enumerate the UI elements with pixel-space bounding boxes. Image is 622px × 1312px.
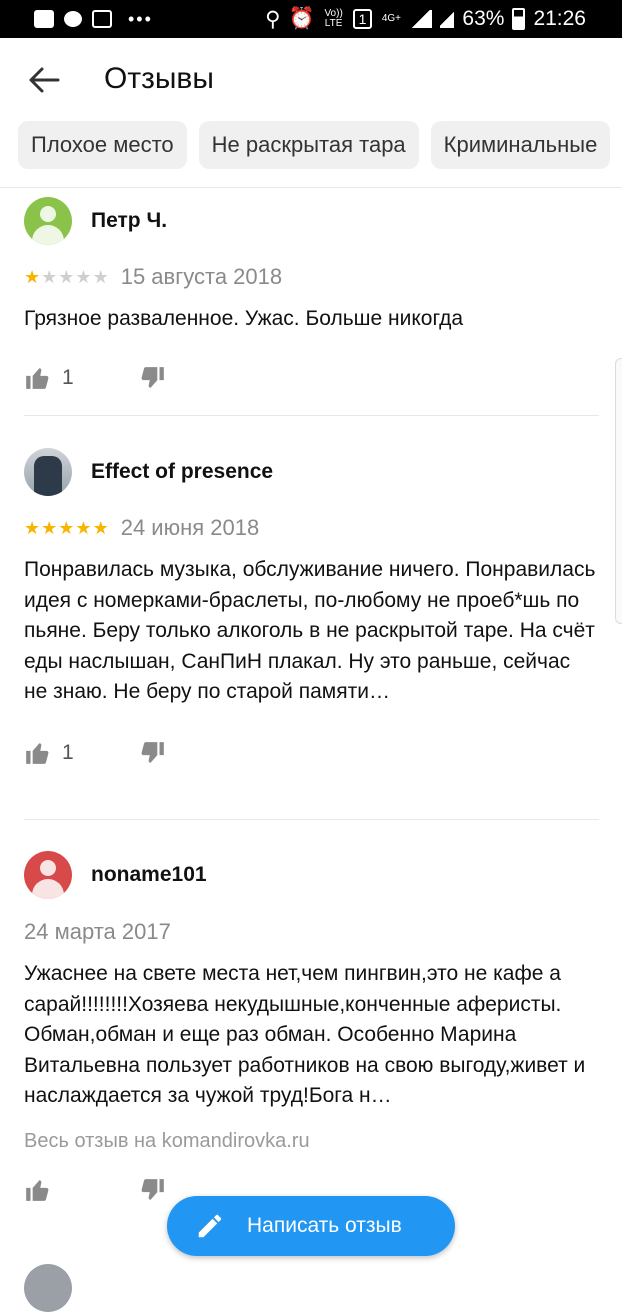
thumbs-down-icon <box>141 366 164 388</box>
star-icon: ★ <box>58 518 75 538</box>
review-text: Грязное разваленное. Ужас. Больше никогд… <box>24 307 464 330</box>
star-icon: ★ <box>92 518 109 538</box>
avatar[interactable] <box>24 851 72 899</box>
write-review-button[interactable]: Написать отзыв <box>167 1196 455 1256</box>
author-name[interactable]: Effect of presence <box>91 460 273 484</box>
star-icon: ★ <box>41 518 58 538</box>
signal-icon-2 <box>440 10 455 28</box>
thumbs-up-icon <box>26 367 49 389</box>
battery-icon <box>512 8 526 30</box>
review-author: noname101 <box>24 850 599 900</box>
sim-indicator: 1 <box>352 9 373 29</box>
rating-stars: ★ ★ ★ ★ ★ <box>24 519 109 537</box>
review-card: Петр Ч. ★ ★ ★ ★ ★ 15 августа 2018 Грязно… <box>24 196 599 393</box>
thumbs-up-icon <box>26 1179 49 1201</box>
scroll-indicator <box>615 358 622 624</box>
review-card: noname101 24 марта 2017 Ужаснее на свете… <box>24 850 599 1205</box>
star-icon: ★ <box>24 267 41 287</box>
star-icon: ★ <box>41 267 58 287</box>
like-count: 1 <box>62 740 74 764</box>
chip-unopened-container[interactable]: Не раскрытая тара <box>198 121 419 169</box>
like-count: 1 <box>62 365 74 389</box>
review-date: 15 августа 2018 <box>120 264 283 289</box>
battery-percent: 63% <box>462 7 505 30</box>
gallery-notification-icon <box>34 10 54 28</box>
star-icon: ★ <box>24 518 41 538</box>
filter-chips: Плохое место Не раскрытая тара Криминаль… <box>18 121 622 171</box>
review-date: 24 июня 2018 <box>120 515 260 540</box>
thumbs-down-icon <box>141 741 164 763</box>
chips-divider <box>0 187 622 188</box>
app-notification-icon <box>92 10 112 28</box>
avatar[interactable] <box>24 448 72 496</box>
author-name[interactable]: Петр Ч. <box>91 209 167 233</box>
like-button[interactable] <box>24 1177 98 1203</box>
external-review-link[interactable]: Весь отзыв на komandirovka.ru <box>24 1130 599 1153</box>
review-meta: ★ ★ ★ ★ ★ 24 июня 2018 <box>24 513 599 543</box>
star-icon: ★ <box>58 267 75 287</box>
location-icon: ⚲ <box>265 7 281 31</box>
clock: 21:26 <box>533 7 586 30</box>
volte-indicator: Vo)) LTE <box>324 8 343 29</box>
review-meta: 24 марта 2017 <box>24 917 599 947</box>
more-notifications-icon: ••• <box>128 8 153 29</box>
app-header: Отзывы <box>0 38 622 122</box>
review-text: Ужаснее на свете места нет,чем пингвин,э… <box>24 962 586 1107</box>
network-indicator: 4G+ <box>381 13 401 24</box>
review-meta: ★ ★ ★ ★ ★ 15 августа 2018 <box>24 262 599 292</box>
review-divider <box>24 415 599 416</box>
review-card: Effect of presence ★ ★ ★ ★ ★ 24 июня 201… <box>24 447 599 768</box>
review-date: 24 марта 2017 <box>24 919 171 944</box>
avatar[interactable] <box>24 197 72 245</box>
message-notification-icon <box>64 11 82 27</box>
like-button[interactable]: 1 <box>24 365 98 391</box>
star-icon: ★ <box>75 518 92 538</box>
author-name[interactable]: noname101 <box>91 863 207 887</box>
thumbs-up-icon <box>26 742 49 764</box>
chip-bad-place[interactable]: Плохое место <box>18 121 187 169</box>
dislike-button[interactable] <box>140 1177 166 1203</box>
arrow-left-icon <box>29 67 60 93</box>
dislike-button[interactable] <box>140 740 166 766</box>
review-author: Effect of presence <box>24 447 599 497</box>
alarm-icon: ⏰ <box>288 7 315 30</box>
review-votes: 1 <box>24 363 599 393</box>
star-icon: ★ <box>92 267 109 287</box>
review-divider <box>24 819 599 820</box>
status-bar: ••• ⚲ ⏰ Vo)) LTE 1 4G+ 63% 21:26 <box>0 0 622 38</box>
chip-criminal[interactable]: Криминальные <box>430 121 611 169</box>
review-text: Понравилась музыка, обслуживание ничего.… <box>24 558 596 703</box>
pencil-icon <box>198 1214 222 1238</box>
review-author: Петр Ч. <box>24 196 599 246</box>
thumbs-down-icon <box>141 1178 164 1200</box>
back-button[interactable] <box>24 60 64 100</box>
page-title: Отзывы <box>104 62 214 95</box>
rating-stars: ★ ★ ★ ★ ★ <box>24 268 109 286</box>
signal-icon <box>410 10 433 28</box>
star-icon: ★ <box>75 267 92 287</box>
write-review-label: Написать отзыв <box>247 1214 402 1237</box>
avatar[interactable] <box>24 1264 72 1312</box>
like-button[interactable]: 1 <box>24 740 98 766</box>
review-votes: 1 <box>24 738 599 768</box>
dislike-button[interactable] <box>140 365 166 391</box>
